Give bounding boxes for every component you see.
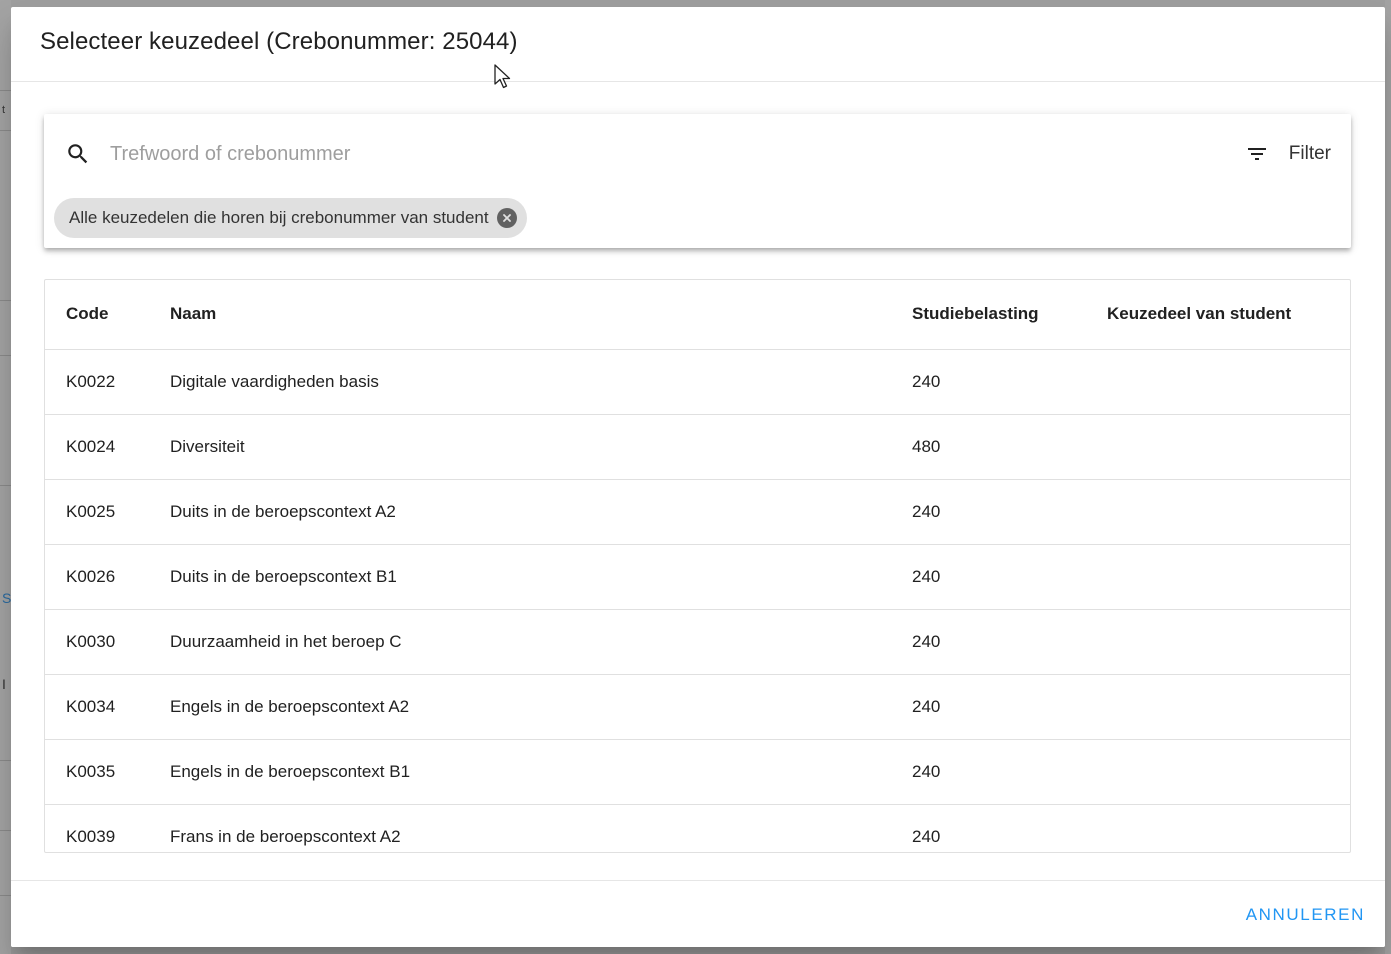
cell-naam: Engels in de beroepscontext B1: [170, 761, 411, 781]
cell-code: K0034: [66, 696, 116, 716]
keuzedelen-table: Code Naam Studiebelasting Keuzedeel van …: [45, 280, 1350, 852]
background-left-fragment: S: [2, 590, 12, 606]
select-keuzedeel-dialog: Selecteer keuzedeel (Crebonummer: 25044)…: [11, 7, 1385, 947]
cell-studiebelasting: 240: [912, 371, 941, 391]
search-row: Filter: [44, 114, 1351, 194]
background-left-fragment: t: [2, 104, 6, 116]
table-row[interactable]: K0026 Duits in de beroepscontext B1 240: [45, 544, 1350, 609]
column-header-keuzedeel-van-student[interactable]: Keuzedeel van student: [1107, 280, 1350, 350]
cancel-icon[interactable]: [496, 208, 517, 228]
cell-code: K0024: [66, 436, 116, 456]
cell-naam: Duits in de beroepscontext B1: [170, 566, 397, 586]
background-divider: [0, 300, 11, 301]
cell-studiebelasting: 240: [912, 501, 941, 521]
background-left-panel: t S I: [0, 0, 11, 954]
table-row[interactable]: K0030 Duurzaamheid in het beroep C 240: [45, 609, 1350, 674]
cell-code: K0039: [66, 826, 116, 846]
cell-keuzedeel-van-student: [1107, 414, 1350, 479]
close-icon: [502, 214, 511, 222]
table-row[interactable]: K0035 Engels in de beroepscontext B1 240: [45, 739, 1350, 804]
table-row[interactable]: K0025 Duits in de beroepscontext A2 240: [45, 479, 1350, 544]
search-icon: [68, 144, 88, 164]
cell-keuzedeel-van-student: [1107, 674, 1350, 739]
cell-studiebelasting: 240: [912, 761, 941, 781]
cell-code: K0026: [66, 566, 116, 586]
background-left-fragment: I: [2, 676, 6, 692]
cell-studiebelasting: 240: [912, 566, 941, 586]
filter-chip-label: Alle keuzedelen die horen bij crebonumme…: [69, 208, 489, 227]
dialog-title: Selecteer keuzedeel (Crebonummer: 25044): [40, 28, 518, 55]
dialog-header: Selecteer keuzedeel (Crebonummer: 25044): [11, 7, 1385, 82]
cell-naam: Duurzaamheid in het beroep C: [170, 631, 402, 651]
cell-studiebelasting: 240: [912, 696, 941, 716]
background-divider: [0, 485, 11, 486]
background-divider: [0, 130, 11, 131]
search-card: Filter Alle keuzedelen die horen bij cre…: [44, 114, 1351, 248]
cell-keuzedeel-van-student: [1107, 739, 1350, 804]
column-header-code[interactable]: Code: [45, 280, 170, 350]
cell-code: K0030: [66, 631, 116, 651]
column-header-studiebelasting[interactable]: Studiebelasting: [912, 280, 1107, 350]
cell-naam: Digitale vaardigheden basis: [170, 371, 379, 391]
cell-keuzedeel-van-student: [1107, 544, 1350, 609]
background-divider: [0, 355, 11, 356]
cancel-button[interactable]: ANNULEREN: [1246, 905, 1365, 925]
background-right-panel: [1385, 0, 1391, 954]
filter-button[interactable]: Filter: [1245, 134, 1331, 174]
filter-list-icon: [1247, 148, 1266, 160]
cell-keuzedeel-van-student: [1107, 479, 1350, 544]
cell-code: K0035: [66, 761, 116, 781]
background-divider: [0, 830, 11, 831]
table-row[interactable]: K0022 Digitale vaardigheden basis 240: [45, 349, 1350, 414]
cell-naam: Duits in de beroepscontext A2: [170, 501, 396, 521]
dialog-footer: ANNULEREN: [11, 880, 1385, 947]
filter-chip[interactable]: Alle keuzedelen die horen bij crebonumme…: [54, 198, 527, 238]
background-divider: [0, 760, 11, 761]
search-input[interactable]: [110, 136, 1110, 172]
mouse-cursor-icon: [494, 64, 511, 89]
cell-naam: Frans in de beroepscontext A2: [170, 826, 401, 846]
cell-keuzedeel-van-student: [1107, 609, 1350, 674]
cell-code: K0022: [66, 371, 116, 391]
cell-studiebelasting: 240: [912, 826, 941, 846]
background-divider: [0, 90, 11, 91]
background-divider: [0, 895, 11, 896]
table-row[interactable]: K0039 Frans in de beroepscontext A2 240: [45, 804, 1350, 852]
cell-studiebelasting: 480: [912, 436, 941, 456]
filter-label: Filter: [1288, 143, 1331, 164]
cell-naam: Engels in de beroepscontext A2: [170, 696, 410, 716]
column-header-naam[interactable]: Naam: [170, 280, 912, 350]
cell-keuzedeel-van-student: [1107, 349, 1350, 414]
cell-code: K0025: [66, 501, 116, 521]
table-header-row: Code Naam Studiebelasting Keuzedeel van …: [45, 280, 1350, 350]
table-row[interactable]: K0034 Engels in de beroepscontext A2 240: [45, 674, 1350, 739]
keuzedelen-table-container[interactable]: Code Naam Studiebelasting Keuzedeel van …: [44, 279, 1351, 853]
cell-keuzedeel-van-student: [1107, 804, 1350, 852]
table-row[interactable]: K0024 Diversiteit 480: [45, 414, 1350, 479]
cell-naam: Diversiteit: [170, 436, 245, 456]
cell-studiebelasting: 240: [912, 631, 941, 651]
